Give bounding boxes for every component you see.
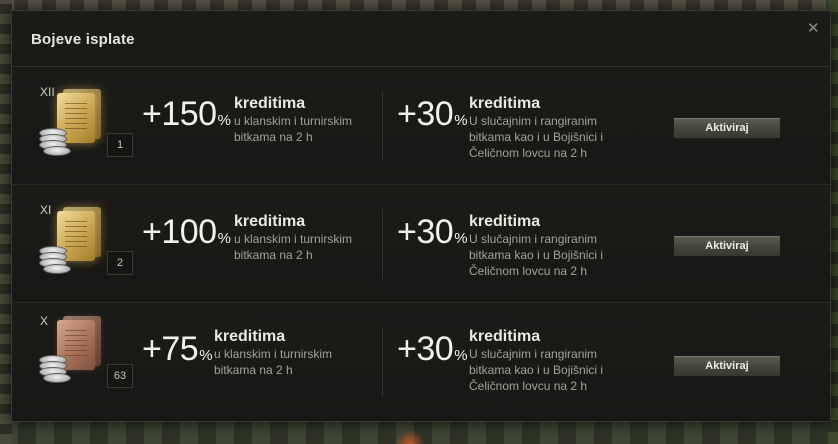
offer-row: XI 2 +100% kreditima u klanskim i turnir… bbox=[12, 184, 830, 302]
bonus-text: kreditima U slučajnim i rangiranim bitka… bbox=[469, 94, 609, 161]
bonus-unit: kreditima bbox=[234, 213, 306, 230]
coins-icon bbox=[39, 128, 71, 158]
bonus-unit: kreditima bbox=[469, 328, 541, 345]
bonus-text: kreditima U slučajnim i rangiranim bitka… bbox=[469, 327, 609, 394]
offer-row: XII 1 +150% kreditima u klanskim i turni… bbox=[12, 66, 830, 184]
random-bonus: +30% kreditima U slučajnim i rangiranim … bbox=[397, 185, 657, 302]
clan-bonus: +150% kreditima u klanskim i turnirskim … bbox=[142, 67, 390, 184]
divider bbox=[382, 209, 383, 279]
booster-icon: 1 bbox=[37, 89, 133, 169]
random-bonus: +30% kreditima U slučajnim i rangiranim … bbox=[397, 67, 657, 184]
divider bbox=[382, 327, 383, 397]
bonus-description: U slučajnim i rangiranim bitkama kao i u… bbox=[469, 347, 604, 393]
bonus-unit: kreditima bbox=[469, 213, 541, 230]
bonus-unit: kreditima bbox=[214, 328, 286, 345]
clan-bonus: +100% kreditima u klanskim i turnirskim … bbox=[142, 185, 390, 302]
bonus-text: kreditima u klanskim i turnirskim bitkam… bbox=[234, 94, 374, 145]
bonus-description: u klanskim i turnirskim bitkama na 2 h bbox=[234, 232, 353, 262]
bonus-description: U slučajnim i rangiranim bitkama kao i u… bbox=[469, 114, 604, 160]
bonus-unit: kreditima bbox=[234, 95, 306, 112]
divider bbox=[382, 91, 383, 161]
bonus-value: +100% bbox=[142, 213, 231, 251]
map-background-top bbox=[0, 0, 838, 10]
bonus-description: u klanskim i turnirskim bitkama na 2 h bbox=[234, 114, 353, 144]
bonus-unit: kreditima bbox=[469, 95, 541, 112]
offers-list: XII 1 +150% kreditima u klanskim i turni… bbox=[12, 66, 830, 420]
coins-icon bbox=[39, 246, 71, 276]
activate-button[interactable]: Aktiviraj bbox=[673, 355, 781, 377]
bonus-description: U slučajnim i rangiranim bitkama kao i u… bbox=[469, 232, 604, 278]
bottom-glow bbox=[395, 430, 425, 444]
bonus-text: kreditima U slučajnim i rangiranim bitka… bbox=[469, 212, 609, 279]
bonus-description: u klanskim i turnirskim bitkama na 2 h bbox=[214, 347, 333, 377]
coins-icon bbox=[39, 355, 71, 385]
random-bonus: +30% kreditima U slučajnim i rangiranim … bbox=[397, 303, 657, 420]
combat-payouts-window: Bojeve isplate ✕ XII 1 +150% kreditima u… bbox=[11, 10, 831, 422]
booster-icon: 63 bbox=[37, 316, 133, 396]
booster-count-badge: 63 bbox=[107, 364, 133, 388]
bonus-value: +30% bbox=[397, 330, 468, 368]
close-icon[interactable]: ✕ bbox=[807, 21, 820, 36]
bonus-value: +75% bbox=[142, 330, 213, 368]
booster-count-badge: 1 bbox=[107, 133, 133, 157]
booster-icon: 2 bbox=[37, 207, 133, 287]
activate-button[interactable]: Aktiviraj bbox=[673, 235, 781, 257]
activate-button[interactable]: Aktiviraj bbox=[673, 117, 781, 139]
offer-row: X 63 +75% kreditima u klanskim i turnirs… bbox=[12, 302, 830, 420]
bonus-value: +30% bbox=[397, 213, 468, 251]
booster-count-badge: 2 bbox=[107, 251, 133, 275]
bonus-value: +150% bbox=[142, 95, 231, 133]
bonus-value: +30% bbox=[397, 95, 468, 133]
bonus-text: kreditima u klanskim i turnirskim bitkam… bbox=[214, 327, 354, 378]
clan-bonus: +75% kreditima u klanskim i turnirskim b… bbox=[142, 303, 390, 420]
window-title: Bojeve isplate bbox=[31, 31, 135, 48]
bonus-text: kreditima u klanskim i turnirskim bitkam… bbox=[234, 212, 374, 263]
